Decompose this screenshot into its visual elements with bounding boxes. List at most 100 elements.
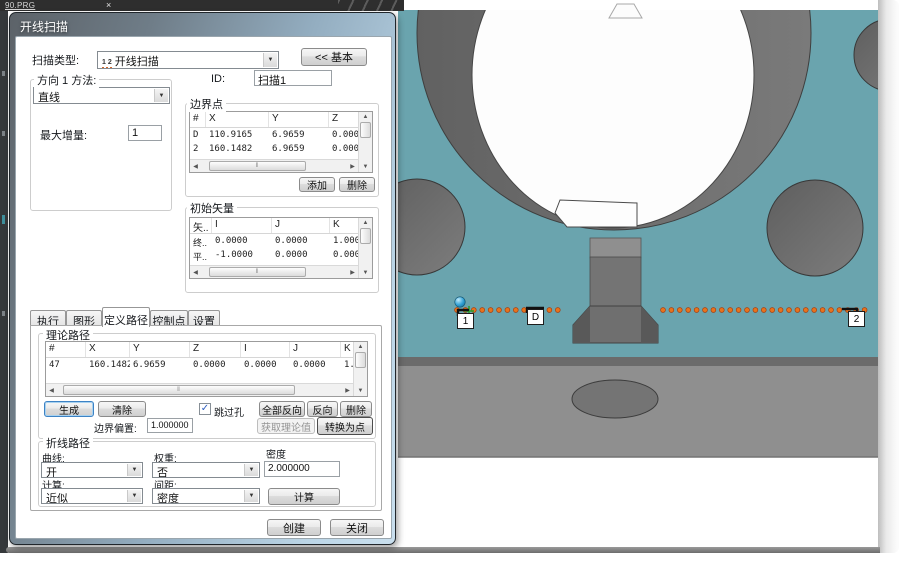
close-icon[interactable]: × [106, 0, 111, 11]
initial-vector-table[interactable]: 矢.. I J K 终.. 0.0000 0.0000 1.0000 平.. -… [189, 217, 373, 279]
spacing-select[interactable]: 密度▼ [152, 488, 260, 504]
id-label: ID: [211, 73, 225, 85]
program-tab[interactable]: 90.PRG [5, 1, 35, 10]
tab-control-points[interactable]: 控制点 [150, 310, 188, 326]
calc-method-select[interactable]: 近似▼ [41, 488, 143, 504]
column-header: 矢.. [190, 218, 212, 233]
skip-holes-label: 跳过孔 [214, 404, 244, 419]
curve-select[interactable]: 开▼ [41, 462, 143, 478]
chevron-down-icon[interactable]: ▼ [127, 490, 141, 502]
reverse-button[interactable]: 反向 [307, 401, 338, 417]
scroll-right-icon[interactable]: ▶ [342, 387, 353, 394]
table-row[interactable]: 终.. 0.0000 0.0000 1.0000 [190, 234, 358, 248]
scroll-down-icon[interactable]: ▼ [363, 268, 369, 278]
boundary-points-legend: 边界点 [187, 96, 226, 112]
scan-type-select[interactable]: 1 2开线扫描 ▼ [97, 51, 279, 69]
column-header: X [86, 342, 130, 357]
tab-graphics[interactable]: 图形 [66, 310, 102, 326]
part-side-edge [398, 357, 878, 366]
column-header: K [341, 342, 353, 357]
direction-method-legend: 方向 1 方法: [34, 72, 99, 88]
program-tab-bar [0, 0, 404, 11]
scan-marker-1[interactable]: 1 [457, 313, 474, 329]
horizontal-scrollbar[interactable]: ◀ ⦀ ▶ [190, 159, 358, 172]
scroll-up-icon[interactable]: ▲ [363, 112, 369, 122]
scan-type-icon: 1 2 [102, 59, 112, 69]
basic-toggle-button[interactable]: << 基本 [301, 48, 367, 66]
chevron-down-icon[interactable]: ▼ [244, 490, 258, 502]
vertical-scrollbar[interactable]: ▲ ▼ [353, 342, 367, 396]
dialog-title: 开线扫描 [20, 18, 68, 35]
max-increment-label: 最大增量: [40, 127, 87, 143]
column-header: K [330, 218, 358, 233]
clear-button[interactable]: 清除 [98, 401, 146, 417]
direction-method-select[interactable]: 直线 ▼ [33, 87, 170, 104]
chevron-down-icon[interactable]: ▼ [154, 89, 168, 102]
create-button[interactable]: 创建 [267, 519, 321, 536]
scroll-down-icon[interactable]: ▼ [358, 386, 364, 396]
convert-to-points-button[interactable]: 转换为点 [317, 417, 373, 435]
add-button[interactable]: 添加 [299, 177, 335, 192]
polyline-path-legend: 折线路径 [43, 435, 93, 451]
scroll-right-icon[interactable]: ▶ [347, 269, 358, 276]
skip-holes-checkbox[interactable]: ✓ [199, 403, 211, 415]
close-button[interactable]: 关闭 [330, 519, 384, 536]
app-right-edge [878, 0, 899, 553]
chevron-down-icon[interactable]: ▼ [263, 53, 277, 67]
3d-model-viewport[interactable] [395, 0, 879, 556]
scroll-down-icon[interactable]: ▼ [363, 162, 369, 172]
max-increment-input[interactable]: 1 [128, 125, 162, 141]
tab-settings[interactable]: 设置 [188, 310, 220, 326]
keyway-stem [590, 257, 641, 307]
scroll-left-icon[interactable]: ◀ [190, 269, 201, 276]
vertical-scrollbar[interactable]: ▲ ▼ [358, 218, 372, 278]
horizontal-scrollbar[interactable]: ◀ ⦀ ▶ [46, 383, 353, 396]
keyway-stem-top [590, 238, 641, 258]
density-input[interactable]: 2.000000 [264, 461, 340, 477]
column-header: J [272, 218, 330, 233]
delete-boundary-button[interactable]: 删除 [339, 177, 375, 192]
column-header: Z [329, 112, 358, 127]
tab-define-path[interactable]: 定义路径 [102, 307, 150, 327]
boundary-offset-input[interactable]: 1.000000 [147, 418, 193, 433]
scan-marker-d[interactable]: D [527, 309, 544, 325]
column-header: J [290, 342, 341, 357]
open-line-scan-dialog: 开线扫描 扫描类型: 1 2开线扫描 ▼ << 基本 ID: 扫描1 方向 1 … [9, 12, 396, 545]
density-label: 密度 [266, 446, 286, 461]
scroll-up-icon[interactable]: ▲ [358, 342, 364, 352]
id-input[interactable]: 扫描1 [254, 70, 332, 86]
chevron-down-icon[interactable]: ▼ [244, 464, 258, 476]
calculate-button[interactable]: 计算 [268, 488, 340, 505]
theoretical-path-table[interactable]: # X Y Z I J K 47 160.1482 6.9659 0.0000 … [45, 341, 368, 397]
column-header: Y [130, 342, 190, 357]
table-row[interactable]: 平.. -1.0000 0.0000 0.0000 [190, 248, 358, 262]
reverse-all-button[interactable]: 全部反向 [259, 401, 305, 417]
chevron-down-icon[interactable]: ▼ [127, 464, 141, 476]
bore-notch [555, 200, 637, 227]
table-row[interactable]: D 110.9165 6.9659 0.0000 [190, 128, 358, 142]
scroll-up-icon[interactable]: ▲ [363, 218, 369, 228]
app-bottom-edge [6, 547, 880, 553]
boundary-offset-label: 边界偏置: [94, 420, 137, 435]
app-left-edge [0, 11, 8, 553]
delete-path-button[interactable]: 删除 [340, 401, 372, 417]
initial-vector-legend: 初始矢量 [187, 200, 237, 216]
scroll-right-icon[interactable]: ▶ [347, 163, 358, 170]
scan-type-label: 扫描类型: [32, 52, 79, 68]
generate-button[interactable]: 生成 [44, 401, 94, 417]
vertical-scrollbar[interactable]: ▲ ▼ [358, 112, 372, 172]
scan-marker-2[interactable]: 2 [848, 311, 865, 327]
tab-execute[interactable]: 执行 [30, 310, 66, 326]
table-row[interactable]: 47 160.1482 6.9659 0.0000 0.0000 0.0000 … [46, 358, 353, 372]
scroll-left-icon[interactable]: ◀ [190, 163, 201, 170]
table-row[interactable]: 2 160.1482 6.9659 0.0000 [190, 142, 358, 156]
scroll-left-icon[interactable]: ◀ [46, 387, 57, 394]
boundary-points-table[interactable]: # X Y Z D 110.9165 6.9659 0.0000 2 160.1… [189, 111, 373, 173]
column-header: # [46, 342, 86, 357]
scan-start-sphere[interactable] [455, 297, 465, 307]
weight-select[interactable]: 否▼ [152, 462, 260, 478]
column-header: Y [269, 112, 329, 127]
column-header: # [190, 112, 206, 127]
horizontal-scrollbar[interactable]: ◀ ⦀ ▶ [190, 265, 358, 278]
hole-right [767, 180, 863, 276]
